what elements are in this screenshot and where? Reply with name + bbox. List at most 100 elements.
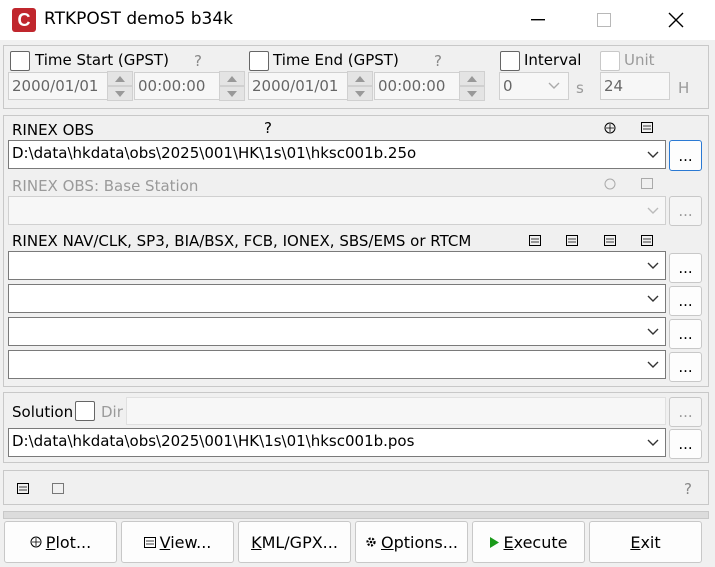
view-stat-icon[interactable]: [52, 483, 64, 496]
view-button[interactable]: View...: [121, 521, 234, 563]
nav-file-browse-button-2[interactable]: ...: [669, 286, 702, 316]
plot-label: lot...: [55, 532, 92, 552]
base-station-combo[interactable]: [8, 196, 666, 225]
chevron-down-icon: [647, 262, 659, 269]
progress-bar: [3, 511, 709, 519]
chevron-down-icon: [647, 207, 659, 214]
nav-file-browse-button-1[interactable]: ...: [669, 253, 702, 283]
exit-label: xit: [640, 532, 661, 552]
view-obs-icon[interactable]: [641, 122, 653, 135]
close-button[interactable]: [646, 0, 706, 40]
solution-label: Solution: [12, 403, 74, 421]
unit-suffix: H: [678, 79, 690, 97]
view-solution-icon[interactable]: [17, 483, 29, 496]
chevron-down-icon: [548, 82, 560, 89]
base-station-label: RINEX OBS: Base Station: [12, 177, 199, 195]
time-end-help[interactable]: ?: [434, 52, 442, 70]
spin-up-icon[interactable]: [347, 71, 373, 86]
window-title: RTKPOST demo5 b34k: [44, 9, 234, 29]
nav-files-label: RINEX NAV/CLK, SP3, BIA/BSX, FCB, IONEX,…: [12, 232, 472, 250]
time-end-time-spinner[interactable]: [459, 71, 485, 101]
base-station-browse-button[interactable]: ...: [669, 196, 702, 226]
time-start-help[interactable]: ?: [194, 52, 202, 70]
interval-select[interactable]: 0: [499, 72, 569, 100]
view-nav-icon-4[interactable]: [641, 235, 653, 248]
execute-label: xecute: [513, 532, 568, 552]
plot-base-icon[interactable]: [604, 178, 616, 192]
rinex-obs-combo[interactable]: D:\data\hkdata\obs\2025\001\HK\1s\01\hks…: [8, 140, 666, 169]
nav-file-browse-button-4[interactable]: ...: [669, 352, 702, 382]
interval-label: Interval: [524, 51, 582, 69]
spin-down-icon[interactable]: [347, 86, 373, 101]
view-nav-icon-3[interactable]: [604, 235, 616, 248]
chevron-down-icon: [647, 328, 659, 335]
maximize-icon: [597, 13, 611, 27]
unit-input[interactable]: 24: [600, 72, 670, 100]
solution-dir-checkbox[interactable]: [75, 401, 95, 421]
solution-dir-input[interactable]: [126, 397, 666, 425]
solution-dir-browse-button[interactable]: ...: [669, 397, 702, 427]
solution-dir-label: Dir: [101, 403, 123, 421]
chevron-down-icon: [647, 295, 659, 302]
view-label: iew...: [170, 532, 212, 552]
plot-accel: P: [45, 532, 56, 552]
minimize-icon: [531, 19, 545, 21]
kml-label: ML/GPX...: [261, 532, 338, 552]
kml-accel: K: [251, 532, 262, 552]
rinex-obs-label: RINEX OBS: [12, 121, 94, 139]
time-start-checkbox[interactable]: [10, 51, 30, 71]
options-accel: O: [381, 532, 394, 552]
unit-checkbox[interactable]: [600, 51, 620, 71]
unit-label: Unit: [624, 51, 655, 69]
time-end-date-spinner[interactable]: [347, 71, 373, 101]
nav-file-combo-3[interactable]: [8, 317, 666, 346]
view-nav-icon-2[interactable]: [566, 235, 578, 248]
play-icon: [489, 536, 499, 548]
rinex-obs-help[interactable]: ?: [264, 119, 272, 137]
nav-file-combo-1[interactable]: [8, 251, 666, 280]
close-icon: [668, 12, 684, 28]
chevron-down-icon: [647, 439, 659, 446]
exit-button[interactable]: Exit: [589, 521, 702, 563]
execute-accel: E: [503, 532, 514, 552]
exit-accel: E: [630, 532, 641, 552]
spin-up-icon[interactable]: [107, 71, 133, 86]
interval-unit: s: [576, 79, 584, 97]
spin-up-icon[interactable]: [219, 71, 245, 86]
spin-down-icon[interactable]: [459, 86, 485, 101]
gear-icon: [366, 537, 376, 547]
solution-output-path: D:\data\hkdata\obs\2025\001\HK\1s\01\hks…: [12, 432, 415, 450]
kml-gpx-button[interactable]: KML/GPX...: [238, 521, 351, 563]
rinex-obs-browse-button[interactable]: ...: [669, 140, 702, 171]
spin-up-icon[interactable]: [459, 71, 485, 86]
options-button[interactable]: Options...: [355, 521, 468, 563]
view-base-icon[interactable]: [641, 178, 653, 191]
nav-file-combo-2[interactable]: [8, 284, 666, 313]
time-end-label: Time End (GPST): [273, 51, 399, 69]
minimize-button[interactable]: [508, 0, 568, 40]
options-label: ptions...: [393, 532, 458, 552]
spin-down-icon[interactable]: [219, 86, 245, 101]
solution-output-browse-button[interactable]: ...: [669, 429, 702, 459]
maximize-button[interactable]: [574, 0, 634, 40]
nav-file-combo-4[interactable]: [8, 350, 666, 379]
solution-output-combo[interactable]: D:\data\hkdata\obs\2025\001\HK\1s\01\hks…: [8, 428, 666, 457]
time-start-label: Time Start (GPST): [35, 51, 169, 69]
chevron-down-icon: [647, 151, 659, 158]
rinex-obs-path: D:\data\hkdata\obs\2025\001\HK\1s\01\hks…: [12, 144, 417, 162]
plot-obs-icon[interactable]: [604, 122, 616, 136]
spin-down-icon[interactable]: [107, 86, 133, 101]
view-icon: [143, 536, 156, 548]
chevron-down-icon: [647, 361, 659, 368]
time-start-date-spinner[interactable]: [107, 71, 133, 101]
view-nav-icon-1[interactable]: [529, 235, 541, 248]
nav-file-browse-button-3[interactable]: ...: [669, 319, 702, 349]
plot-icon: [30, 536, 42, 548]
execute-button[interactable]: Execute: [472, 521, 585, 563]
plot-button[interactable]: Plot...: [4, 521, 117, 563]
interval-value: 0: [503, 77, 513, 95]
solution-help[interactable]: ?: [684, 480, 692, 498]
time-start-time-spinner[interactable]: [219, 71, 245, 101]
time-end-checkbox[interactable]: [249, 51, 269, 71]
interval-checkbox[interactable]: [500, 51, 520, 71]
